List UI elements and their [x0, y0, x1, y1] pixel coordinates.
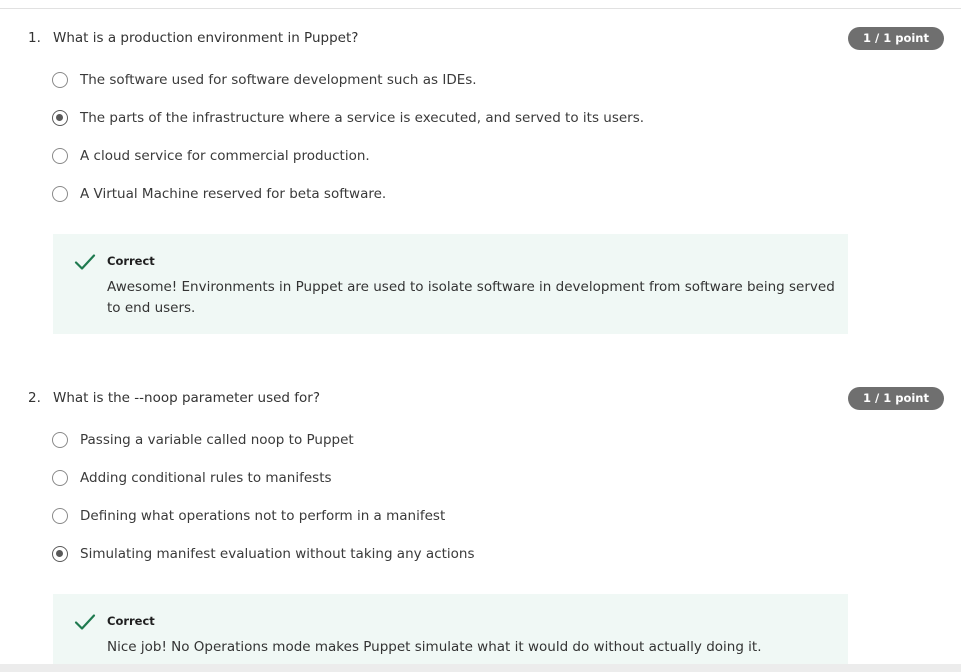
- option-2-4[interactable]: Simulating manifest evaluation without t…: [52, 544, 475, 564]
- option-label[interactable]: The parts of the infrastructure where a …: [80, 110, 644, 126]
- question-number: 1.: [28, 30, 41, 46]
- radio-button[interactable]: [52, 72, 68, 88]
- option-1-1[interactable]: The software used for software developme…: [52, 70, 477, 90]
- feedback-body: Nice job! No Operations mode makes Puppe…: [107, 639, 762, 655]
- radio-button[interactable]: [52, 148, 68, 164]
- points-badge: 1 / 1 point: [848, 27, 944, 50]
- option-1-2[interactable]: The parts of the infrastructure where a …: [52, 108, 644, 128]
- option-2-2[interactable]: Adding conditional rules to manifests: [52, 468, 332, 488]
- option-label[interactable]: Simulating manifest evaluation without t…: [80, 546, 475, 562]
- question-number: 2.: [28, 390, 41, 406]
- feedback-box: Correct Nice job! No Operations mode mak…: [53, 594, 848, 666]
- option-label[interactable]: The software used for software developme…: [80, 72, 477, 88]
- points-badge: 1 / 1 point: [848, 387, 944, 410]
- radio-button[interactable]: [52, 508, 68, 524]
- radio-button-selected[interactable]: [52, 110, 68, 126]
- feedback-title: Correct: [107, 254, 155, 268]
- bottom-scroll-area: [0, 664, 961, 672]
- feedback-body: Awesome! Environments in Puppet are used…: [107, 279, 835, 316]
- feedback-title: Correct: [107, 614, 155, 628]
- option-2-1[interactable]: Passing a variable called noop to Puppet: [52, 430, 354, 450]
- top-divider: [0, 8, 961, 9]
- radio-button[interactable]: [52, 470, 68, 486]
- option-label[interactable]: A Virtual Machine reserved for beta soft…: [80, 186, 386, 202]
- option-label[interactable]: Adding conditional rules to manifests: [80, 470, 332, 486]
- check-icon: [74, 254, 96, 270]
- option-label[interactable]: Defining what operations not to perform …: [80, 508, 445, 524]
- question-text: What is the --noop parameter used for?: [53, 390, 321, 406]
- feedback-box: Correct Awesome! Environments in Puppet …: [53, 234, 848, 334]
- option-1-4[interactable]: A Virtual Machine reserved for beta soft…: [52, 184, 386, 204]
- option-label[interactable]: A cloud service for commercial productio…: [80, 148, 370, 164]
- question-text: What is a production environment in Pupp…: [53, 30, 359, 46]
- check-icon: [74, 614, 96, 630]
- radio-button-selected[interactable]: [52, 546, 68, 562]
- option-1-3[interactable]: A cloud service for commercial productio…: [52, 146, 370, 166]
- option-label[interactable]: Passing a variable called noop to Puppet: [80, 432, 354, 448]
- radio-button[interactable]: [52, 432, 68, 448]
- option-2-3[interactable]: Defining what operations not to perform …: [52, 506, 445, 526]
- radio-button[interactable]: [52, 186, 68, 202]
